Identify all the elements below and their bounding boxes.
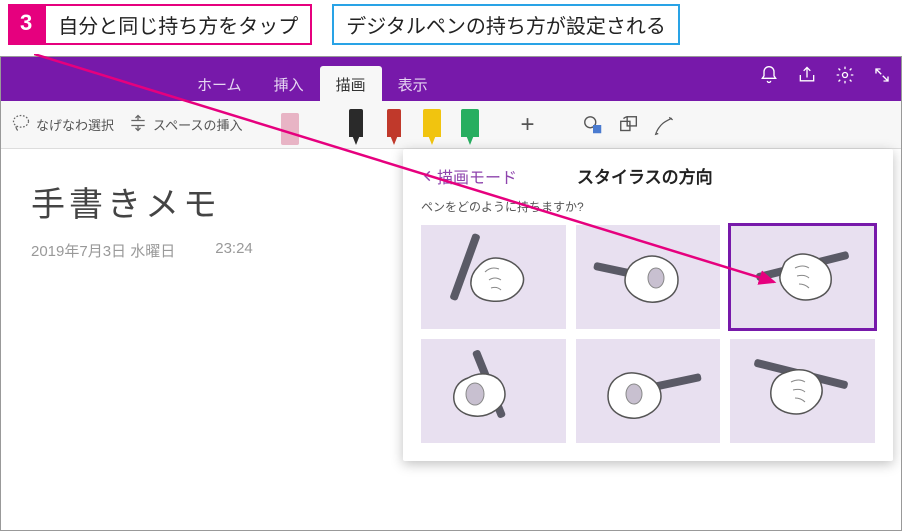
add-pen-button[interactable]: + — [520, 111, 534, 139]
tab-insert[interactable]: 挿入 — [258, 66, 320, 101]
shape-tool[interactable] — [582, 114, 604, 136]
grip-option-2[interactable] — [576, 225, 721, 329]
grip-option-5[interactable] — [576, 339, 721, 443]
highlighter-yellow[interactable] — [420, 105, 444, 145]
pen-red[interactable] — [382, 105, 406, 145]
stylus-panel-title: スタイラスの方向 — [577, 163, 713, 188]
grip-option-1[interactable] — [421, 225, 566, 329]
stylus-orientation-panel: 描画モード スタイラスの方向 ペンをどのように持ちますか? — [403, 149, 893, 461]
gear-icon[interactable] — [835, 65, 855, 90]
stylus-question: ペンをどのように持ちますか? — [421, 198, 875, 215]
onenote-app-window: ホーム 挿入 描画 表示 なげなわ選択 — [0, 56, 902, 531]
draw-toolbar: なげなわ選択 スペースの挿入 + — [1, 101, 901, 149]
step-number-badge: 3 — [8, 4, 44, 45]
grip-options-grid — [421, 225, 875, 443]
eraser-tool[interactable] — [278, 105, 302, 145]
insert-space-label: スペースの挿入 — [153, 115, 242, 134]
lasso-icon — [11, 113, 31, 136]
lasso-label: なげなわ選択 — [36, 115, 114, 134]
insert-space-button[interactable]: スペースの挿入 — [128, 113, 242, 136]
tab-draw[interactable]: 描画 — [320, 66, 382, 101]
chevron-left-icon — [421, 169, 435, 183]
share-icon[interactable] — [797, 65, 817, 90]
titlebar: ホーム 挿入 描画 表示 — [1, 57, 901, 101]
annotation-callouts: 3 自分と同じ持ち方をタップ デジタルペンの持ち方が設定される — [0, 0, 902, 49]
back-to-draw-mode[interactable]: 描画モード — [421, 164, 517, 188]
note-canvas[interactable]: 手書きメモ 2019年7月3日 水曜日 23:24 描画モード スタイラスの方向… — [1, 149, 901, 530]
bell-icon[interactable] — [759, 65, 779, 90]
grip-option-3[interactable] — [730, 225, 875, 329]
stylus-settings-button[interactable] — [654, 114, 676, 136]
lasso-select-button[interactable]: なげなわ選択 — [11, 113, 114, 136]
tab-home[interactable]: ホーム — [181, 66, 258, 101]
pen-black[interactable] — [344, 105, 368, 145]
note-date: 2019年7月3日 水曜日 — [31, 240, 175, 261]
ink-to-shape-tool[interactable] — [618, 114, 640, 136]
note-time: 23:24 — [215, 240, 253, 261]
instruction-callout: 自分と同じ持ち方をタップ — [44, 4, 312, 45]
fullscreen-icon[interactable] — [873, 66, 891, 89]
insert-space-icon — [128, 113, 148, 136]
back-label: 描画モード — [437, 164, 517, 188]
grip-option-4[interactable] — [421, 339, 566, 443]
grip-option-6[interactable] — [730, 339, 875, 443]
tab-view[interactable]: 表示 — [382, 66, 444, 101]
result-callout: デジタルペンの持ち方が設定される — [332, 4, 680, 45]
highlighter-green[interactable] — [458, 105, 482, 145]
